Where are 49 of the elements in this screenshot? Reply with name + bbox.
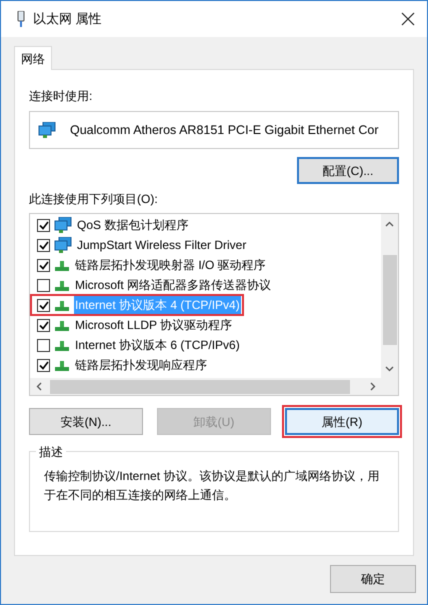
list-item[interactable]: Microsoft LLDP 协议驱动程序 — [31, 315, 381, 335]
list-item[interactable]: 链路层拓扑发现响应程序 — [31, 355, 381, 375]
list-item[interactable]: Internet 协议版本 6 (TCP/IPv6) — [31, 335, 381, 355]
group-legend: 描述 — [36, 443, 66, 461]
checkmark-icon — [38, 240, 48, 250]
network-protocol-icon — [54, 338, 70, 352]
network-monitors-icon — [38, 122, 56, 138]
checkbox[interactable] — [37, 238, 50, 252]
scroll-right-icon[interactable] — [370, 382, 376, 391]
checkbox[interactable] — [37, 258, 50, 272]
network-protocol-icon — [54, 298, 70, 312]
scroll-up-icon[interactable] — [385, 221, 394, 227]
checkbox[interactable] — [37, 218, 50, 232]
connect-using-label: 连接时使用: — [29, 88, 94, 105]
checkmark-icon — [38, 360, 48, 370]
network-protocol-icon — [54, 358, 70, 372]
checkmark-icon — [38, 320, 48, 330]
network-protocol-icon — [54, 258, 70, 272]
list-item[interactable]: Microsoft 网络适配器多路传送器协议 — [31, 275, 381, 295]
window-title: 以太网 属性 — [33, 10, 102, 28]
network-protocol-icon — [54, 278, 70, 292]
tab[interactable]: 网络 — [14, 46, 52, 70]
list-item[interactable]: QoS 数据包计划程序 — [31, 215, 381, 235]
checkmark-icon — [38, 300, 48, 310]
checkbox[interactable] — [37, 298, 50, 312]
configure-button[interactable]: 配置(C)... — [297, 157, 399, 184]
network-monitors-icon — [54, 237, 72, 253]
dialog-button[interactable]: 确定 — [330, 565, 416, 593]
description-text: 传输控制协议/Internet 协议。该协议是默认的广域网络协议，用于在不同的相互连接的网络上通信。 — [44, 468, 380, 504]
checkbox[interactable] — [37, 318, 50, 332]
horizontal-scrollbar[interactable] — [30, 378, 398, 395]
action-button[interactable]: 安装(N)... — [29, 408, 143, 435]
close-icon[interactable] — [401, 12, 415, 26]
ethernet-plug-icon — [17, 11, 25, 27]
list-item[interactable]: 链路层拓扑发现映射器 I/O 驱动程序 — [31, 255, 381, 275]
checkmark-icon — [38, 220, 48, 230]
scroll-down-icon[interactable] — [385, 366, 394, 372]
checkbox[interactable] — [37, 338, 50, 352]
vertical-scrollbar[interactable] — [381, 214, 398, 378]
checkbox[interactable] — [37, 278, 50, 292]
network-monitors-icon — [54, 217, 72, 233]
network-protocol-icon — [54, 318, 70, 332]
items-label: 此连接使用下列项目(O): — [29, 191, 159, 208]
action-button[interactable]: 属性(R) — [285, 408, 399, 435]
adapter-field: Qualcomm Atheros AR8151 PCI-E Gigabit Ethernet Cor — [29, 111, 399, 149]
list-item[interactable]: JumpStart Wireless Filter Driver — [31, 235, 381, 255]
checkbox[interactable] — [37, 358, 50, 372]
scroll-left-icon[interactable] — [36, 382, 42, 391]
checkmark-icon — [38, 260, 48, 270]
